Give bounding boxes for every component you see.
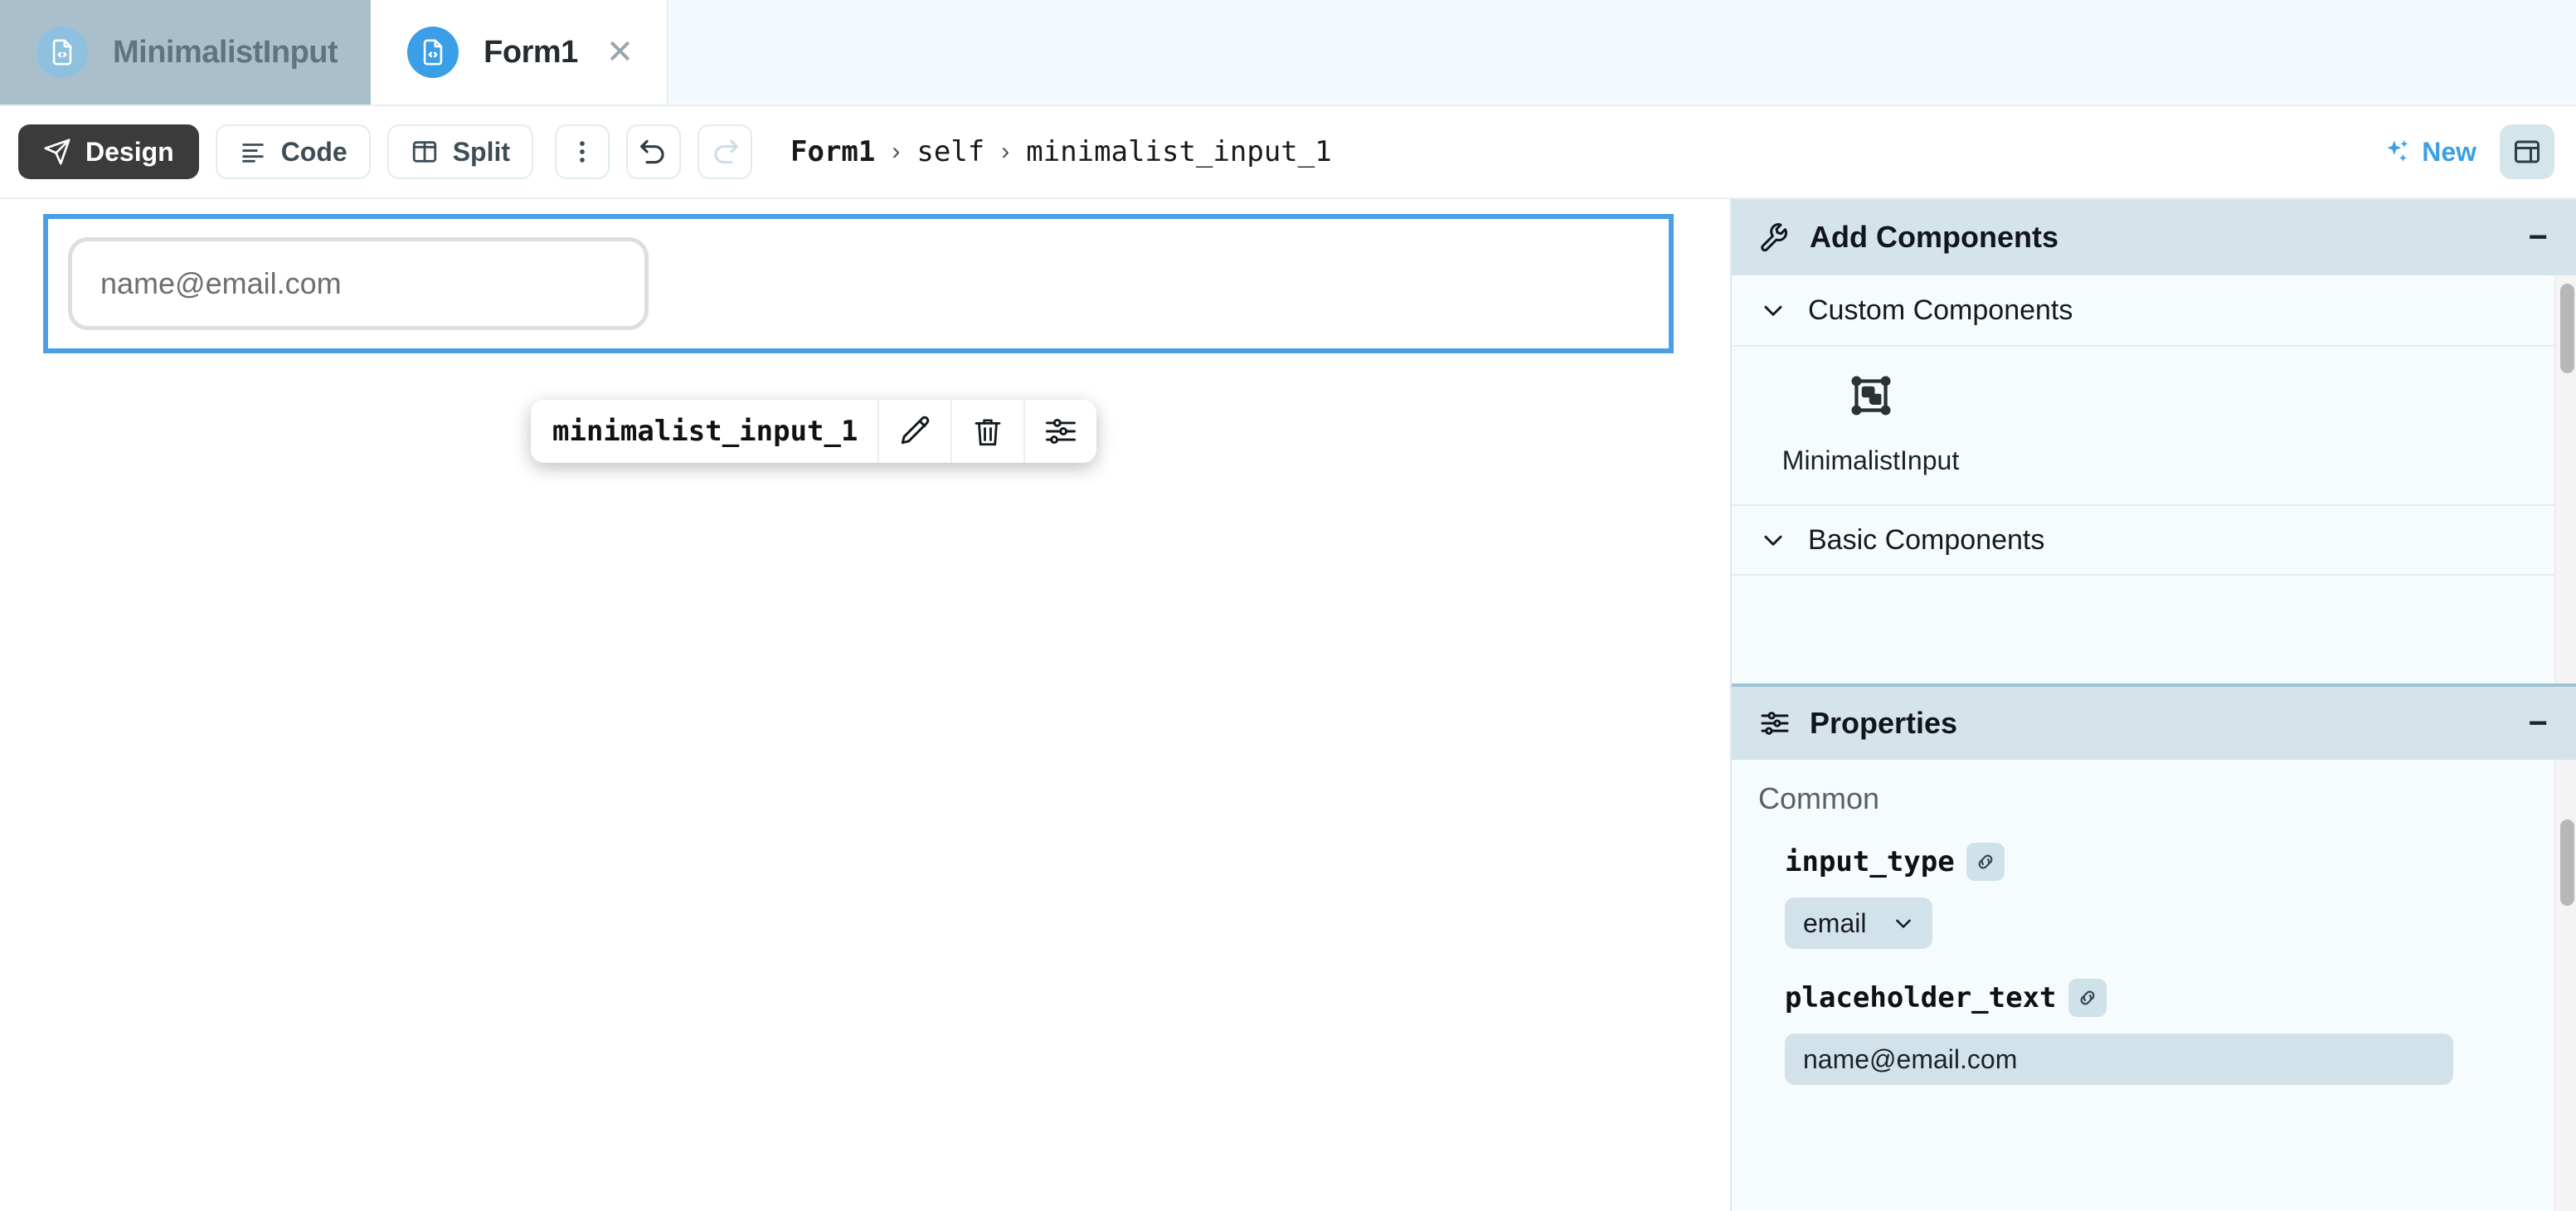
close-icon[interactable]: ✕	[606, 36, 634, 69]
add-components-scrollbar[interactable]	[2554, 275, 2576, 683]
tab-form1[interactable]: Form1 ✕	[371, 0, 668, 105]
scrollbar-thumb[interactable]	[2560, 819, 2574, 906]
toolbar-right-group: New	[2384, 124, 2554, 179]
collapse-properties-button[interactable]: −	[2529, 707, 2548, 740]
properties-header[interactable]: Properties −	[1732, 683, 2576, 760]
design-button-label: Design	[85, 136, 174, 167]
add-components-header[interactable]: Add Components −	[1732, 199, 2576, 275]
sparkles-icon	[2387, 139, 2408, 162]
property-label-row: input_type	[1785, 843, 2576, 881]
input-placeholder-text: name@email.com	[100, 266, 342, 300]
tab-bar: MinimalistInput Form1 ✕	[0, 0, 2576, 106]
chevron-down-icon	[1896, 919, 1911, 928]
scrollbar-thumb[interactable]	[2560, 284, 2574, 373]
component-card-minimalistinput[interactable]: MinimalistInput	[1732, 368, 2010, 479]
breadcrumb-separator: ›	[892, 138, 901, 165]
new-button-label: New	[2422, 136, 2476, 167]
group-label: Basic Components	[1808, 523, 2045, 556]
more-options-button[interactable]	[555, 124, 610, 179]
code-button-label: Code	[280, 136, 348, 167]
split-button[interactable]: Split	[386, 124, 534, 179]
new-button[interactable]: New	[2384, 137, 2476, 168]
toggle-panel-button[interactable]	[2500, 124, 2554, 179]
add-components-title: Add Components	[1810, 220, 2058, 254]
tab-label: MinimalistInput	[113, 34, 338, 70]
trash-icon	[975, 419, 1001, 446]
tab-bar-filler	[667, 0, 2576, 105]
breadcrumb-separator: ›	[1001, 138, 1010, 165]
pencil-icon	[902, 416, 930, 445]
property-label-row: placeholder_text	[1785, 979, 2576, 1017]
tab-label: Form1	[484, 34, 578, 70]
design-canvas[interactable]: name@email.com minimalist_input_1	[0, 199, 1730, 1211]
lines-icon	[241, 143, 264, 163]
toolbar: Design Code Split Form1 › self › minimal…	[0, 106, 2576, 199]
split-panel-icon	[412, 141, 436, 163]
sliders-icon	[1046, 418, 1077, 445]
split-button-label: Split	[452, 136, 511, 167]
settings-component-button[interactable]	[1023, 400, 1096, 463]
component-frame-icon	[1849, 373, 1893, 422]
property-field-placeholder-text: placeholder_text name@email.com	[1732, 967, 2576, 1103]
properties-section-title: Common	[1758, 781, 1880, 815]
design-button[interactable]: Design	[18, 124, 199, 179]
minimalist-input-preview[interactable]: name@email.com	[68, 237, 649, 330]
add-components-scroll-area[interactable]: Custom Components MinimalistInput Basic …	[1732, 275, 2576, 683]
placeholder-text-input[interactable]: name@email.com	[1785, 1033, 2453, 1085]
input-type-select[interactable]: email	[1785, 897, 1932, 949]
chevron-down-icon	[1764, 305, 1782, 316]
file-code-icon	[407, 27, 459, 78]
properties-scroll-area[interactable]: Common input_type email placeholder_text…	[1732, 760, 2576, 1211]
panel-layout-icon	[2515, 140, 2540, 163]
wrench-icon	[1758, 221, 1791, 254]
component-name-label: minimalist_input_1	[552, 415, 858, 448]
properties-title: Properties	[1810, 706, 1958, 740]
group-label: Custom Components	[1808, 294, 2073, 326]
sliders-icon	[1758, 707, 1791, 740]
code-button[interactable]: Code	[215, 124, 371, 179]
delete-component-button[interactable]	[950, 400, 1023, 463]
breadcrumb: Form1 › self › minimalist_input_1	[790, 135, 1332, 168]
selected-component-outline[interactable]: name@email.com	[43, 214, 1674, 353]
breadcrumb-root[interactable]: Form1	[790, 135, 875, 168]
properties-body: Common input_type email placeholder_text…	[1732, 760, 2576, 1103]
property-field-input-type: input_type email	[1732, 831, 2576, 967]
property-name: input_type	[1785, 845, 1955, 878]
chevron-down-icon	[1764, 535, 1782, 546]
tab-minimalistinput[interactable]: MinimalistInput	[0, 0, 372, 105]
breadcrumb-item-self[interactable]: self	[916, 135, 984, 168]
custom-components-grid: MinimalistInput	[1732, 347, 2576, 504]
group-custom-components[interactable]: Custom Components	[1732, 275, 2576, 347]
undo-icon	[640, 139, 664, 164]
component-floating-toolbar: minimalist_input_1	[531, 400, 1097, 463]
collapse-add-components-button[interactable]: −	[2529, 221, 2548, 254]
group-basic-components[interactable]: Basic Components	[1732, 504, 2576, 576]
input-type-value: email	[1803, 907, 1867, 938]
link-chain-icon[interactable]	[2068, 979, 2107, 1017]
component-slot: name@email.com	[48, 219, 1669, 348]
send-icon	[44, 139, 70, 165]
right-panel: Add Components − Custom Components Minim…	[1730, 199, 2576, 1211]
app-root: MinimalistInput Form1 ✕ Design Code Spli…	[0, 0, 2576, 1211]
link-chain-icon[interactable]	[1966, 843, 2005, 881]
redo-icon	[714, 139, 738, 164]
properties-scrollbar[interactable]	[2554, 760, 2576, 1211]
kebab-menu-icon	[580, 141, 585, 163]
main-body: name@email.com minimalist_input_1 Add Co…	[0, 199, 2576, 1211]
breadcrumb-item-component[interactable]: minimalist_input_1	[1026, 135, 1331, 168]
property-name: placeholder_text	[1785, 981, 2057, 1014]
edit-component-button[interactable]	[877, 400, 950, 463]
placeholder-text-value: name@email.com	[1803, 1043, 2018, 1074]
undo-button[interactable]	[626, 124, 682, 179]
redo-button[interactable]	[697, 124, 753, 179]
component-card-label: MinimalistInput	[1781, 445, 1960, 475]
file-code-icon	[36, 27, 88, 78]
